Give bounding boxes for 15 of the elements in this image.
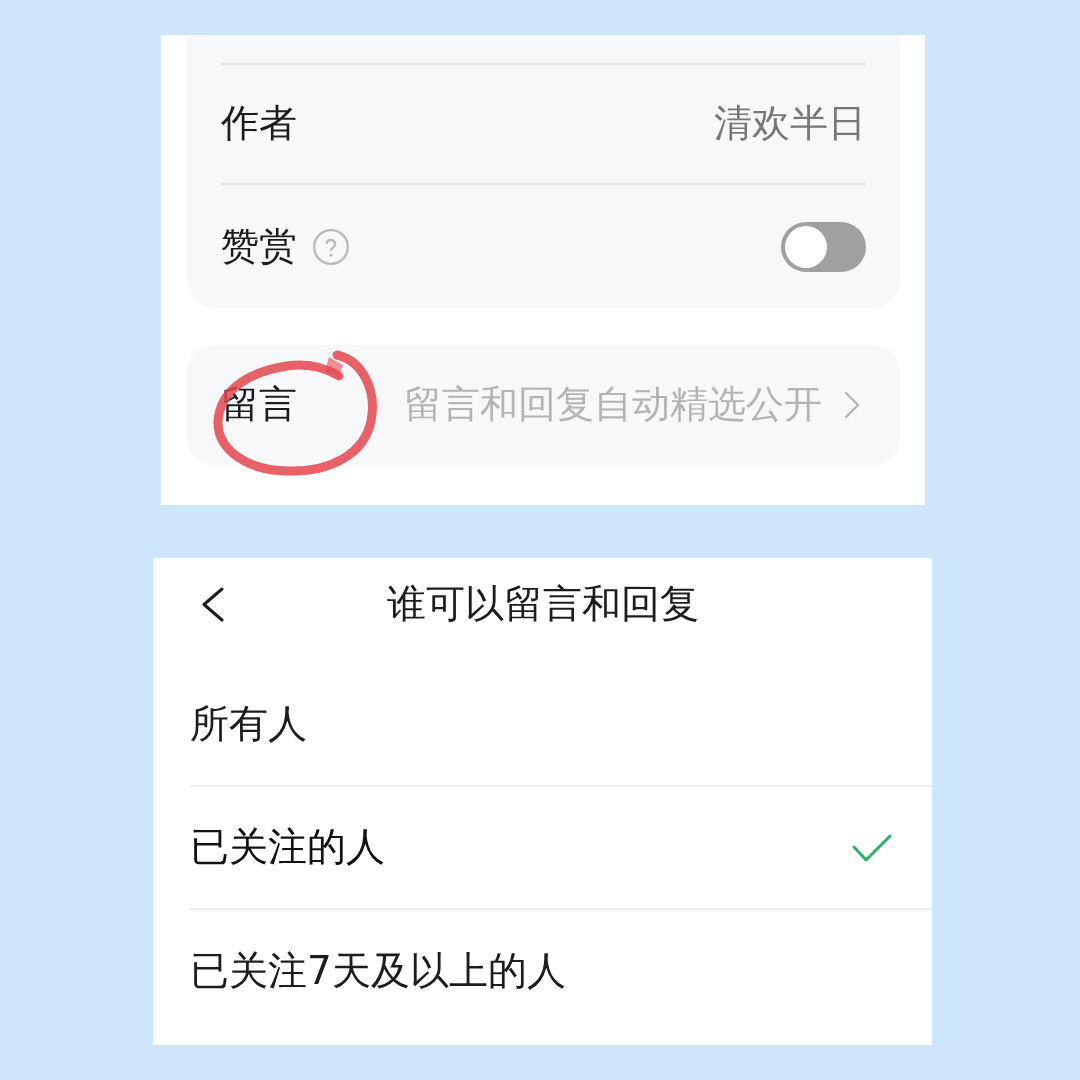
row-value: 留言和回复自动精选公开 — [404, 382, 822, 428]
back-icon[interactable] — [200, 586, 225, 622]
comment-settings-card[interactable]: 留言 留言和回复自动精选公开 — [187, 345, 900, 465]
row-label: 赞赏 — [221, 223, 297, 270]
checkmark-icon — [852, 833, 892, 862]
row-label: 留言 — [221, 382, 297, 428]
chevron-right-icon — [844, 391, 860, 419]
option-row[interactable]: 已关注7天及以上的人 — [190, 910, 932, 1033]
toggle-switch[interactable] — [781, 221, 866, 272]
page-title: 谁可以留言和回复 — [386, 580, 699, 628]
help-icon[interactable] — [313, 228, 349, 265]
option-row[interactable]: 已关注的人 — [190, 787, 932, 910]
author-name: 清欢半日 — [714, 101, 866, 147]
option-row[interactable]: 所有人 — [190, 664, 932, 787]
row-label: 作者 — [221, 101, 297, 147]
